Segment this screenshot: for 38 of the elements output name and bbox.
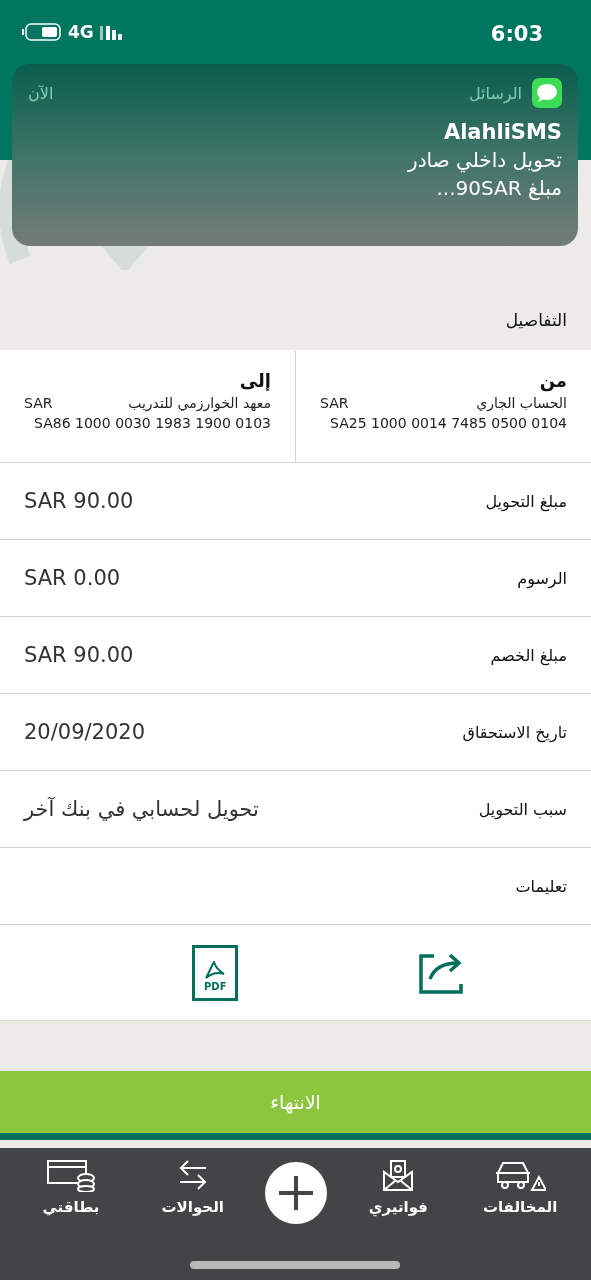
notification-sender: AlahliSMS (443, 120, 562, 144)
tab-item[interactable]: بطاقتي (20, 1158, 121, 1216)
detail-value: SAR 90.00 (24, 643, 134, 667)
battery-icon (22, 23, 62, 41)
notification-app: الرسائل (469, 83, 522, 103)
tab-item[interactable]: فواتيري (348, 1158, 449, 1216)
detail-label: تاريخ الاستحقاق (462, 722, 567, 742)
clock-time: 6:03 (490, 22, 543, 46)
network-type: 4G (68, 22, 94, 42)
iban-number: SA25 1000 0014 7485 0500 0104 (330, 415, 567, 431)
detail-label: مبلغ التحويل (485, 491, 567, 511)
notification-time: الآن (28, 83, 54, 103)
section-title: التفاصيل (505, 310, 567, 330)
account-name: معهد الخوارزمي للتدريب (128, 395, 271, 411)
envelope-money-icon (382, 1158, 415, 1192)
notification-text: تحويل داخلي صادر (408, 148, 562, 172)
detail-label: مبلغ الخصم (490, 645, 567, 665)
account-currency: SAR (24, 395, 53, 411)
card-coins-icon (45, 1158, 96, 1192)
party-heading: إلى (238, 370, 271, 391)
detail-value: تحويل لحسابي في بنك آخر (24, 797, 259, 821)
party-heading: من (538, 370, 567, 391)
pdf-button[interactable]: PDF (192, 944, 239, 1001)
detail-value: SAR 0.00 (24, 566, 121, 590)
plus-icon (278, 1176, 313, 1210)
detail-label: تعليمات (515, 876, 567, 896)
detail-label: الرسوم (517, 568, 567, 588)
notification-text: مبلغ 90SAR... (436, 176, 562, 200)
account-currency: SAR (320, 395, 349, 411)
detail-value: 20/09/2020 (24, 720, 146, 744)
detail-label: سبب التحويل (478, 799, 567, 819)
iban-number: SA86 1000 0030 1983 1900 0103 (34, 415, 271, 431)
tab-item[interactable]: الحوالات (142, 1158, 243, 1216)
detail-value: SAR 90.00 (24, 489, 134, 513)
tab-item[interactable]: المخالفات (470, 1158, 571, 1216)
transfer-arrows-icon (177, 1158, 208, 1192)
message-bubble-icon (532, 78, 562, 108)
account-name: الحساب الجاري (476, 395, 567, 411)
